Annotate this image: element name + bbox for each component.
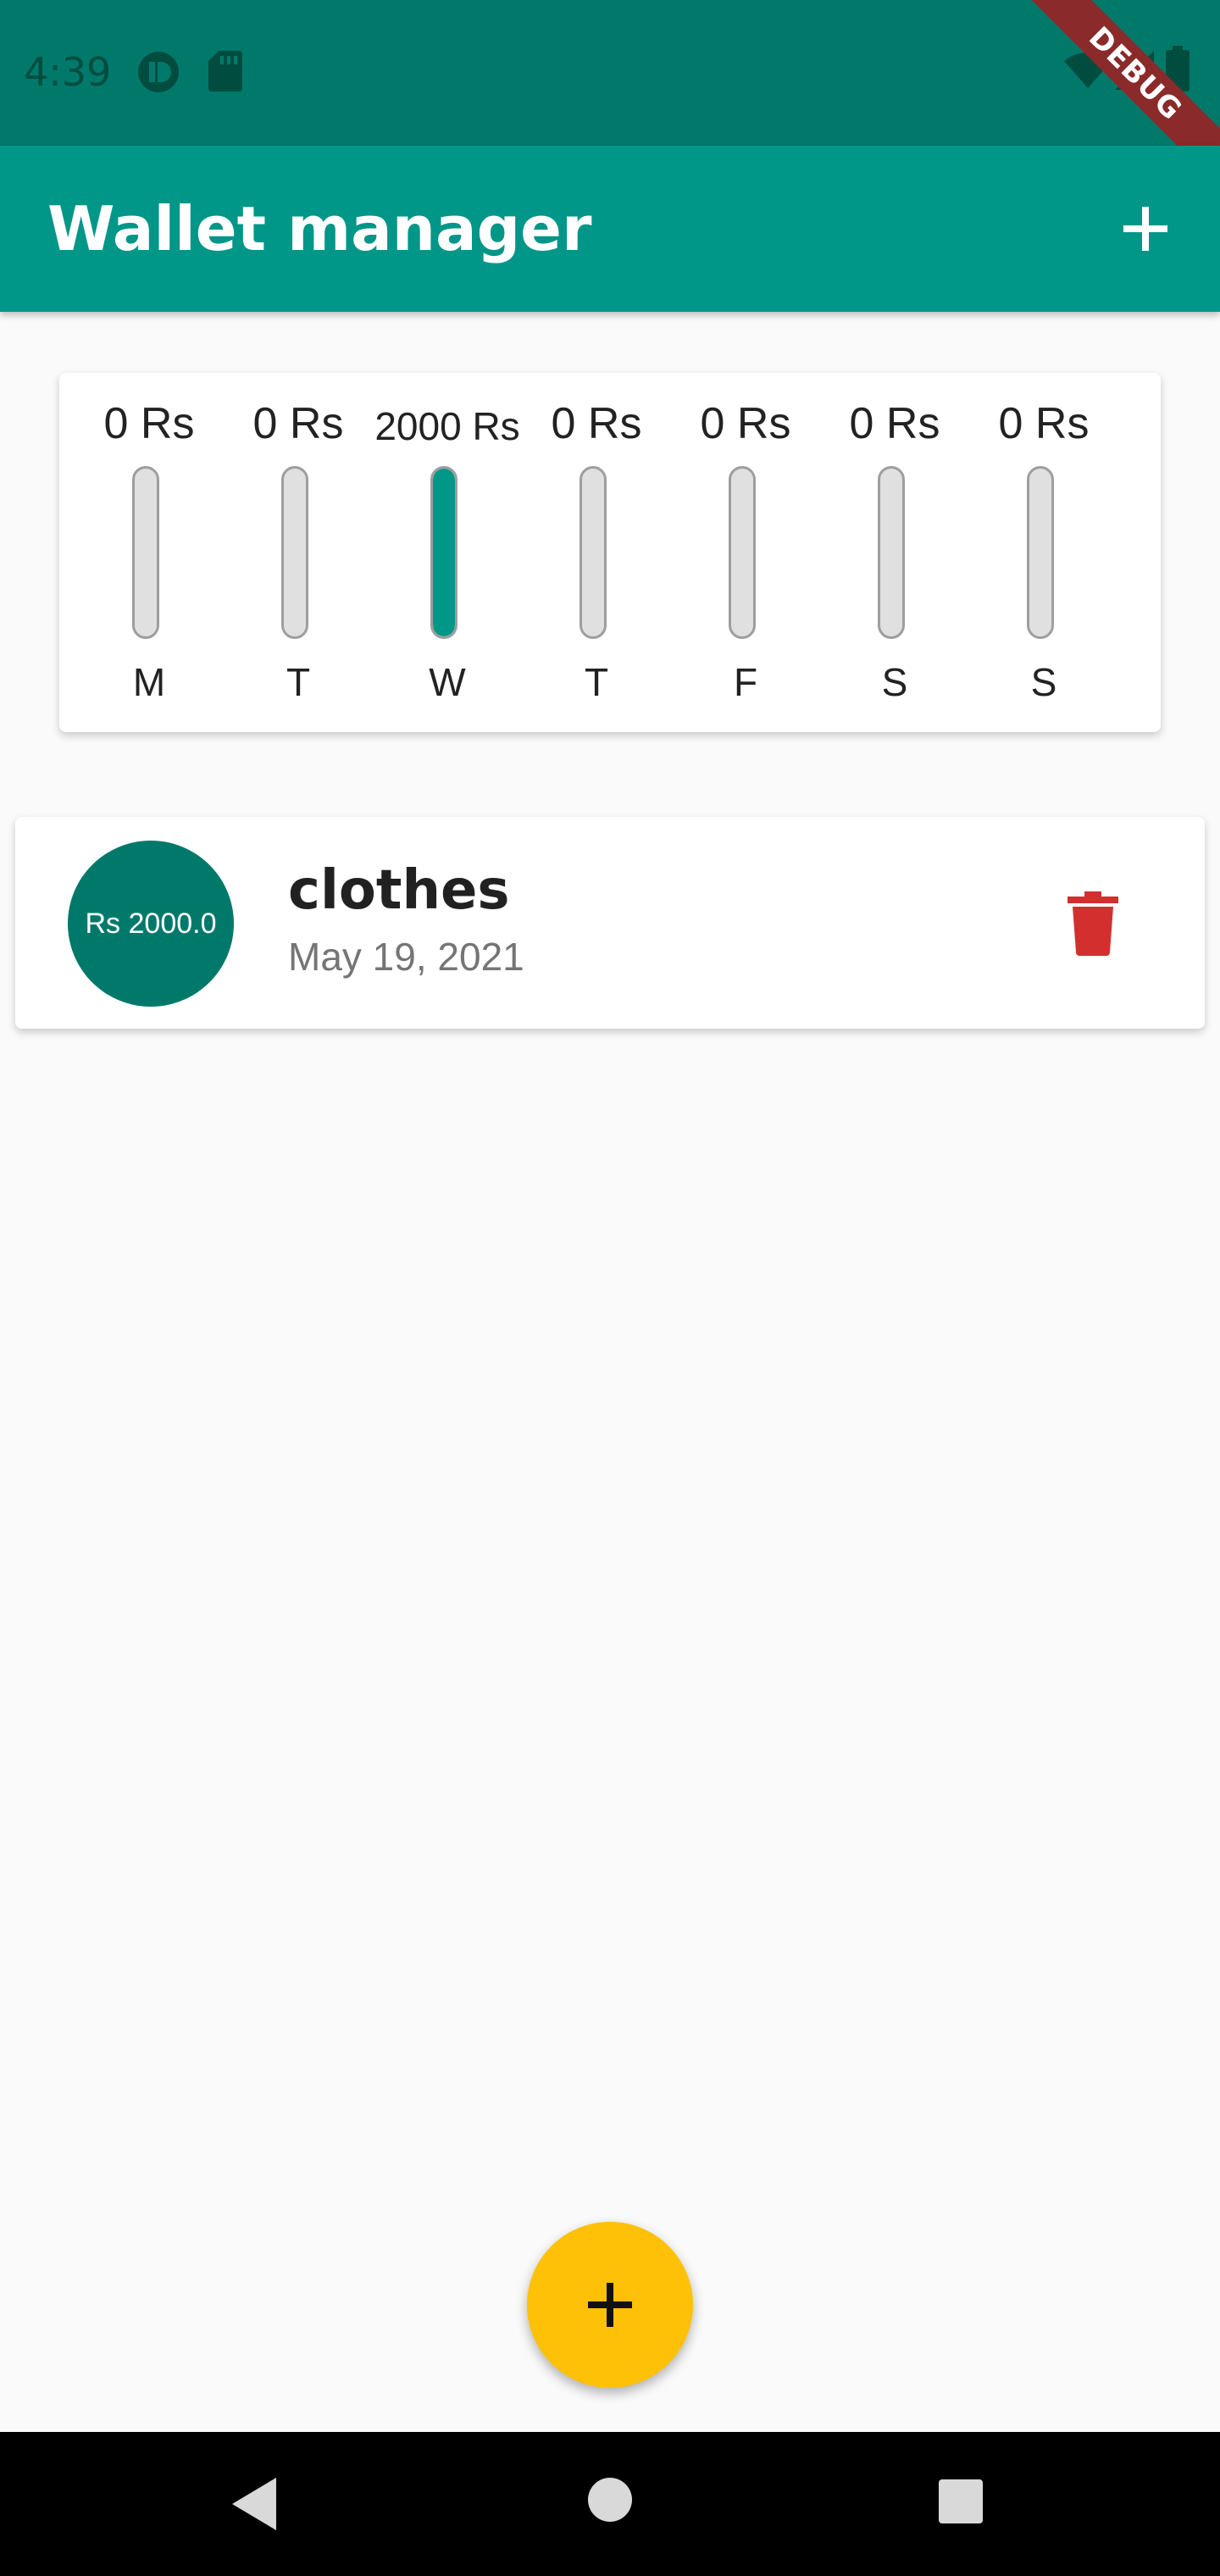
day-amount-label: 2000 Rs (374, 404, 520, 448)
chart-day-column: 0 Rs F (671, 373, 820, 732)
chart-day-column: 2000 Rs W (373, 373, 522, 732)
day-amount-label: 0 Rs (103, 399, 195, 448)
day-label: T (584, 660, 609, 704)
day-label: W (429, 660, 466, 704)
bar-fill (433, 469, 455, 636)
bar-track (878, 466, 905, 639)
day-amount-label: 0 Rs (849, 399, 940, 448)
recents-icon[interactable] (937, 2478, 984, 2529)
status-time: 4:39 (24, 49, 112, 95)
back-icon[interactable] (229, 2474, 285, 2538)
transaction-list-item[interactable]: Rs 2000.0 clothes May 19, 2021 (15, 817, 1205, 1029)
status-bar: 4:39 DEBUG (0, 0, 1220, 146)
day-label: S (881, 660, 908, 704)
sd-card-icon (208, 51, 242, 96)
home-icon[interactable] (586, 2476, 634, 2528)
bar-track (430, 466, 458, 639)
bar-track (281, 466, 308, 639)
chart-day-column: 0 Rs S (969, 373, 1118, 732)
add-icon (588, 2283, 632, 2327)
day-label: T (286, 660, 311, 704)
day-amount-label: 0 Rs (700, 399, 791, 448)
add-icon (1123, 207, 1167, 251)
transaction-amount-avatar: Rs 2000.0 (68, 841, 234, 1007)
bar-track (729, 466, 756, 639)
add-transaction-fab[interactable] (527, 2222, 693, 2388)
bar-track (1027, 466, 1054, 639)
day-amount-label: 0 Rs (551, 399, 642, 448)
day-label: F (733, 660, 758, 704)
chart-day-column: 0 Rs T (522, 373, 671, 732)
app-bar: Wallet manager (0, 146, 1220, 312)
system-navigation-bar (0, 2432, 1220, 2576)
bar-track (132, 466, 159, 639)
chart-day-column: 0 Rs S (820, 373, 969, 732)
app-notification-icon (137, 51, 180, 97)
delete-icon (1068, 891, 1118, 956)
day-amount-label: 0 Rs (252, 399, 344, 448)
transaction-title: clothes (288, 859, 510, 922)
add-transaction-button[interactable] (1105, 188, 1186, 269)
debug-banner: DEBUG (1018, 0, 1220, 146)
bar-track (580, 466, 607, 639)
day-amount-label: 0 Rs (998, 399, 1090, 448)
day-label: M (132, 660, 166, 704)
weekly-spending-chart: 0 Rs M 0 Rs T 2000 Rs W 0 Rs T 0 Rs F 0 … (59, 373, 1161, 732)
day-label: S (1030, 660, 1057, 704)
chart-day-column: 0 Rs T (224, 373, 373, 732)
chart-day-column: 0 Rs M (75, 373, 224, 732)
delete-transaction-button[interactable] (1066, 891, 1120, 956)
app-title: Wallet manager (47, 193, 592, 264)
transaction-date: May 19, 2021 (288, 935, 524, 979)
